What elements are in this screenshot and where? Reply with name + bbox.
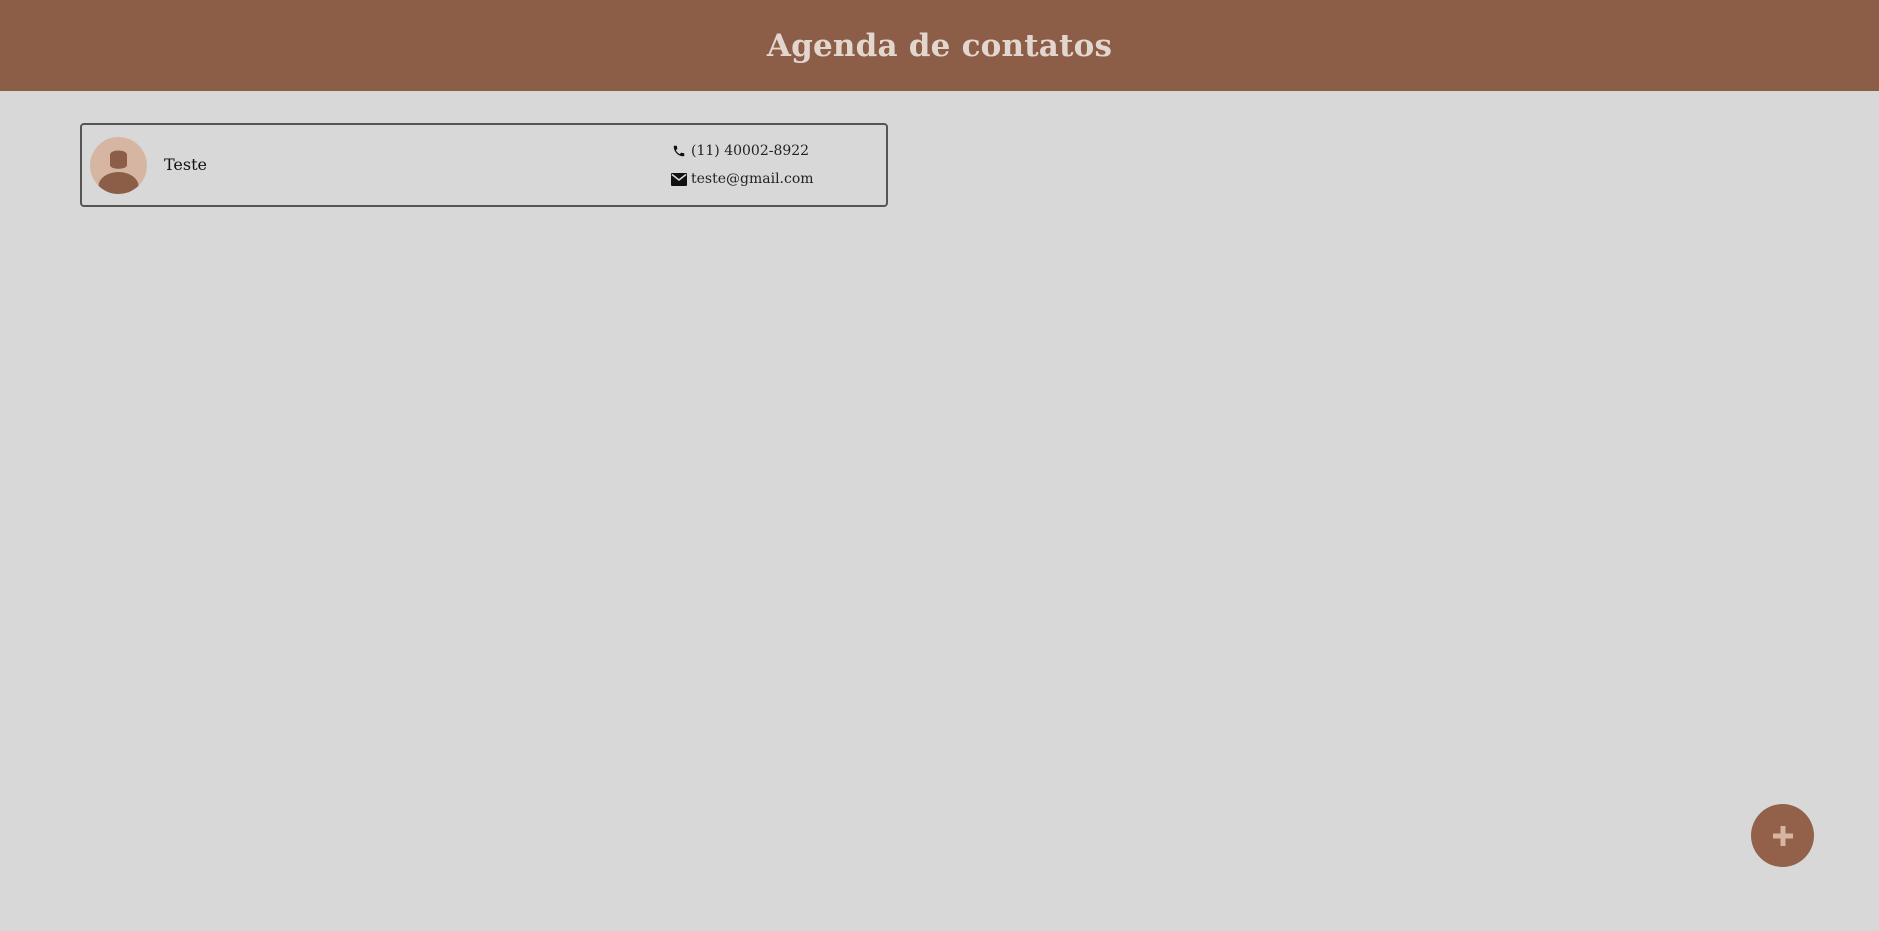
user-silhouette-icon: [98, 150, 139, 194]
contact-phone-row: (11) 40002-8922: [671, 141, 814, 161]
mail-icon: [671, 171, 687, 187]
phone-icon: [671, 143, 687, 159]
contact-name: Teste: [164, 155, 208, 174]
avatar: [90, 137, 147, 194]
contact-card[interactable]: Teste (11) 40002-8922 teste@gmail.com: [80, 123, 888, 207]
add-contact-button[interactable]: [1751, 804, 1814, 867]
contact-email: teste@gmail.com: [691, 171, 814, 187]
contact-info: (11) 40002-8922 teste@gmail.com: [671, 141, 814, 197]
plus-icon: [1772, 825, 1793, 846]
contact-phone: (11) 40002-8922: [691, 143, 810, 159]
app-header: Agenda de contatos: [0, 0, 1879, 91]
page-title: Agenda de contatos: [766, 27, 1113, 64]
contact-email-row: teste@gmail.com: [671, 169, 814, 189]
